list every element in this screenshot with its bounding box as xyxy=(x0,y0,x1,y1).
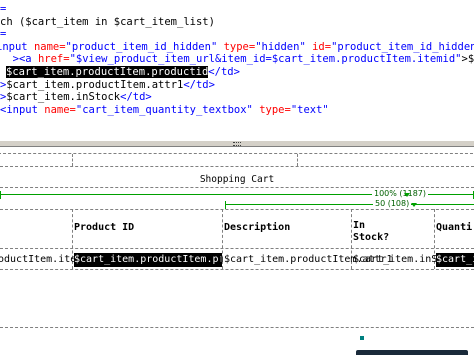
code-token: type= xyxy=(223,40,256,53)
scrollbar-thumb[interactable] xyxy=(356,350,468,355)
code-token: "hidden" xyxy=(255,40,313,53)
shopping-cart-title: Shopping Cart xyxy=(199,174,275,185)
width-menu-arrow-icon[interactable] xyxy=(404,193,410,197)
code-line[interactable]: = xyxy=(0,3,6,16)
cell-quantity[interactable]: $cart_it xyxy=(436,253,474,267)
header-quantity: Quanti xyxy=(436,222,473,233)
code-token: = xyxy=(0,28,7,41)
width-menu-arrow-icon[interactable] xyxy=(411,203,417,207)
code-token: = xyxy=(0,3,7,15)
code-token: "product_item_id_hidden" xyxy=(331,40,474,53)
code-token: ><a xyxy=(12,53,38,66)
code-line[interactable]: >$cart_item.productItem.attr1</td> xyxy=(0,79,215,92)
design-view-pane[interactable]: Shopping Cart 100% (1187) 50 (108) Produ… xyxy=(0,147,474,355)
code-token: </td> xyxy=(183,78,215,91)
marker-icon xyxy=(360,336,364,340)
cell-resize-handle[interactable] xyxy=(220,257,223,262)
horizontal-scrollbar[interactable] xyxy=(0,341,474,355)
header-product-id: Product ID xyxy=(74,222,135,233)
table-row-divider xyxy=(0,248,474,249)
column-divider xyxy=(297,154,298,166)
code-token: "cart_item_quantity_textbox" xyxy=(75,103,260,116)
view-splitter[interactable] xyxy=(0,140,474,147)
cell-product-id-selected[interactable]: $cart_item.productItem.productid xyxy=(74,253,222,267)
table-width-label: 100% (1187) xyxy=(372,189,429,199)
splitter-grip-icon[interactable] xyxy=(233,142,241,146)
code-token: name= xyxy=(44,103,76,116)
column-width-label: 50 (108) xyxy=(373,199,412,209)
code-line[interactable]: = xyxy=(0,28,6,41)
code-line[interactable]: $cart_item.productItem.productid</td> xyxy=(6,66,240,79)
code-token: name= xyxy=(33,40,66,53)
code-token: input xyxy=(0,40,28,53)
code-token: id= xyxy=(312,40,332,53)
code-token: $cart_item.productItem.attr1 xyxy=(6,78,184,91)
code-token: <input xyxy=(0,103,45,116)
code-token: href= xyxy=(37,53,70,66)
table-row-divider xyxy=(0,187,474,188)
code-token: "product_item_id_hidden" xyxy=(65,40,224,53)
header-in-stock-line1: In xyxy=(353,220,366,231)
column-divider xyxy=(72,154,73,166)
table-row-divider xyxy=(0,166,474,167)
code-line[interactable]: ><a href="$view_product_item_url&item_id… xyxy=(0,53,474,66)
header-description: Description xyxy=(224,222,291,233)
code-line[interactable]: >$cart_item.inStock</td> xyxy=(0,91,152,104)
code-token: type= xyxy=(259,103,291,116)
table-row-divider xyxy=(0,327,474,328)
code-line[interactable]: <input name="cart_item_quantity_textbox"… xyxy=(0,104,329,117)
header-in-stock: In Stock? xyxy=(353,220,389,244)
code-token: "$view_product_item_url&item_id=$cart_it… xyxy=(69,53,462,66)
code-view-pane[interactable]: =ch ($cart_item in $cart_item_list)=inpu… xyxy=(0,0,474,140)
code-token: "text" xyxy=(290,103,329,116)
code-token: ch ($cart_item in $cart_item_list) xyxy=(0,15,215,28)
code-line[interactable]: ch ($cart_item in $cart_item_list) xyxy=(0,16,215,29)
code-token: </td> xyxy=(208,66,240,78)
table-row-divider xyxy=(0,269,474,270)
code-token: </td> xyxy=(120,91,152,104)
header-in-stock-line2: Stock? xyxy=(353,232,390,243)
code-token: $cart_item.inStock xyxy=(6,91,121,104)
code-token: >$cart_item.productItem.itemid xyxy=(461,53,474,66)
code-line[interactable]: input name="product_item_id_hidden" type… xyxy=(0,41,474,54)
selected-code-token: $cart_item.productItem.productid xyxy=(6,66,209,78)
